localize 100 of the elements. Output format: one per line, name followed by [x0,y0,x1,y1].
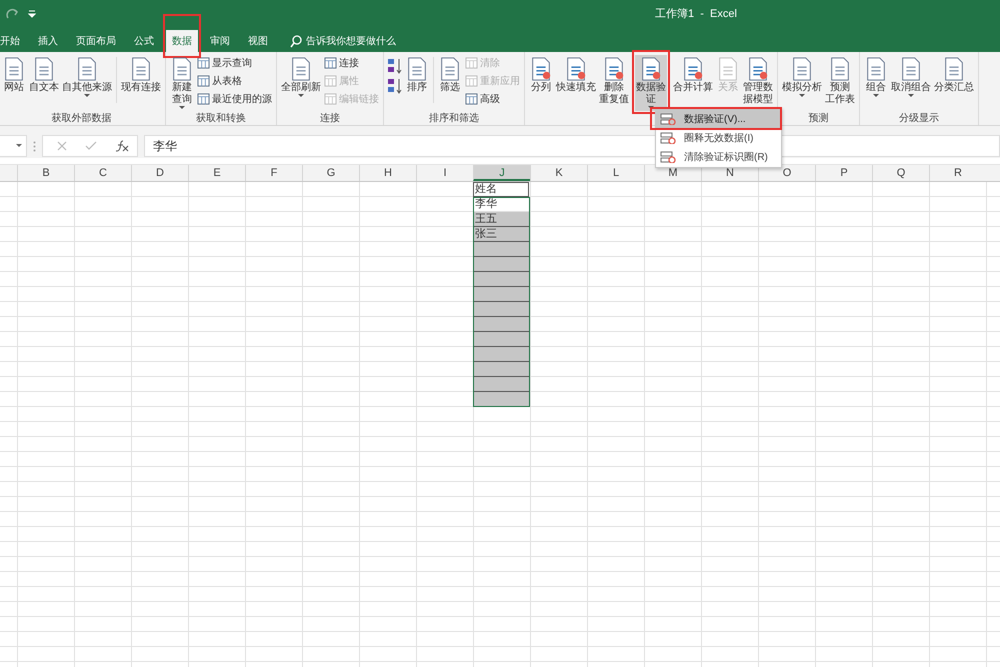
table-cell[interactable] [473,362,529,377]
table-cell[interactable]: 张三 [473,227,529,242]
tell-me-field[interactable]: 告诉我你想要做什么 [306,36,416,46]
ribbon-small-button[interactable]: 从表格 [196,73,273,89]
ribbon-button[interactable]: 合并计算 [672,55,714,95]
ribbon-button[interactable]: 数据验 证 [635,55,667,111]
ribbon-button[interactable]: 筛选 [437,55,463,95]
ribbon-tab[interactable]: 插入 [32,30,64,52]
ribbon-button[interactable]: 删除 重复值 [598,55,630,107]
document-icon [129,56,153,82]
document-icon [564,56,588,82]
customize-icon[interactable] [28,10,36,18]
table-cell[interactable]: 姓名 [473,182,529,197]
document-icon [529,56,553,82]
column-header[interactable]: R [929,165,986,181]
column-header[interactable]: D [131,165,188,181]
insert-function-icon[interactable] [115,140,129,152]
table-cell[interactable] [473,272,529,287]
sheet-icon [465,93,478,105]
table-cell[interactable] [473,302,529,317]
grip-icon [33,140,36,152]
sheet-icon [465,75,478,87]
table-cell[interactable] [473,242,529,257]
column-header[interactable]: J [473,165,530,181]
ribbon-button[interactable]: 排序 [404,55,430,95]
ribbon-tab[interactable]: 页面布局 [70,30,122,52]
sort-descending-icon[interactable] [387,77,403,95]
column-header[interactable]: C [74,165,131,181]
table-cell[interactable] [473,257,529,272]
validation-icon [660,150,676,163]
sheet-icon [197,57,210,69]
sheet-icon [324,75,337,87]
caret-icon [799,94,805,98]
document-icon [170,56,194,82]
sheet-icon [324,93,337,105]
menu-item[interactable]: 数据验证(V)... [656,109,781,128]
caret-icon [16,144,22,148]
column-header[interactable]: B [17,165,74,181]
ribbon-button[interactable]: 自文本 [28,55,60,95]
caret-icon [298,94,304,98]
ribbon-small-button[interactable]: 高级 [464,91,521,107]
caret-icon [873,94,879,98]
ribbon-small-button[interactable]: 连接 [323,55,380,71]
document-icon [828,56,852,82]
ribbon-button[interactable]: 快速填充 [555,55,597,95]
document-icon [639,56,663,82]
sort-ascending-icon[interactable] [387,57,403,75]
group-label: 排序和筛选 [428,112,480,125]
ribbon-button[interactable]: 新建 查询 [169,55,195,111]
ribbon-tab[interactable]: 公式 [128,30,160,52]
table-cell[interactable] [473,347,529,362]
ribbon-tab[interactable]: 数据 [166,30,198,52]
ribbon-button[interactable]: 网站 [1,55,27,95]
column-header[interactable]: G [302,165,359,181]
column-header[interactable]: H [359,165,416,181]
ribbon-small-button[interactable]: 最近使用的源 [196,91,273,107]
document-icon [602,56,626,82]
ribbon-button[interactable]: 模拟分析 [781,55,823,99]
ribbon-button[interactable]: 分列 [528,55,554,95]
ribbon-button[interactable]: 自其他来源 [61,55,113,99]
ribbon-button[interactable]: 管理数 据模型 [742,55,774,107]
table-cell[interactable] [473,317,529,332]
table-cell[interactable]: 王五 [473,212,529,227]
ribbon-small-button[interactable]: 显示查询 [196,55,273,71]
document-icon [405,56,429,82]
sheet-icon [465,57,478,69]
column-header[interactable]: P [815,165,872,181]
ribbon-tab[interactable]: 开始 [0,30,26,52]
redo-icon[interactable] [6,8,20,20]
ribbon-button[interactable]: 现有连接 [120,55,162,95]
table-cell[interactable] [473,332,529,347]
document-icon [942,56,966,82]
table-cell[interactable] [473,392,529,407]
ribbon-button[interactable]: 预测 工作表 [824,55,856,107]
group-label: 预测 [808,112,830,125]
caret-icon [648,106,654,110]
validation-icon [660,112,676,125]
ribbon-button[interactable]: 组合 [863,55,889,99]
sheet-icon [324,57,337,69]
column-header[interactable]: Q [872,165,929,181]
document-icon [746,56,770,82]
caret-icon [179,106,185,110]
ribbon-tab[interactable]: 视图 [242,30,274,52]
ribbon-tab[interactable]: 审阅 [204,30,236,52]
caret-icon [908,94,914,98]
table-cell[interactable] [473,377,529,392]
document-icon [790,56,814,82]
column-header[interactable]: E [188,165,245,181]
column-header[interactable]: K [530,165,587,181]
table-cell[interactable] [473,287,529,302]
ribbon-button[interactable]: 全部刷新 [280,55,322,99]
ribbon-button[interactable]: 取消组合 [890,55,932,99]
window-title: 工作簿1 - Excel [655,7,737,21]
column-header[interactable]: F [245,165,302,181]
column-header[interactable]: L [587,165,644,181]
sheet-icon [197,93,210,105]
document-icon [32,56,56,82]
ribbon-button[interactable]: 分类汇总 [933,55,975,95]
group-label: 连接 [319,112,341,125]
document-icon [864,56,888,82]
